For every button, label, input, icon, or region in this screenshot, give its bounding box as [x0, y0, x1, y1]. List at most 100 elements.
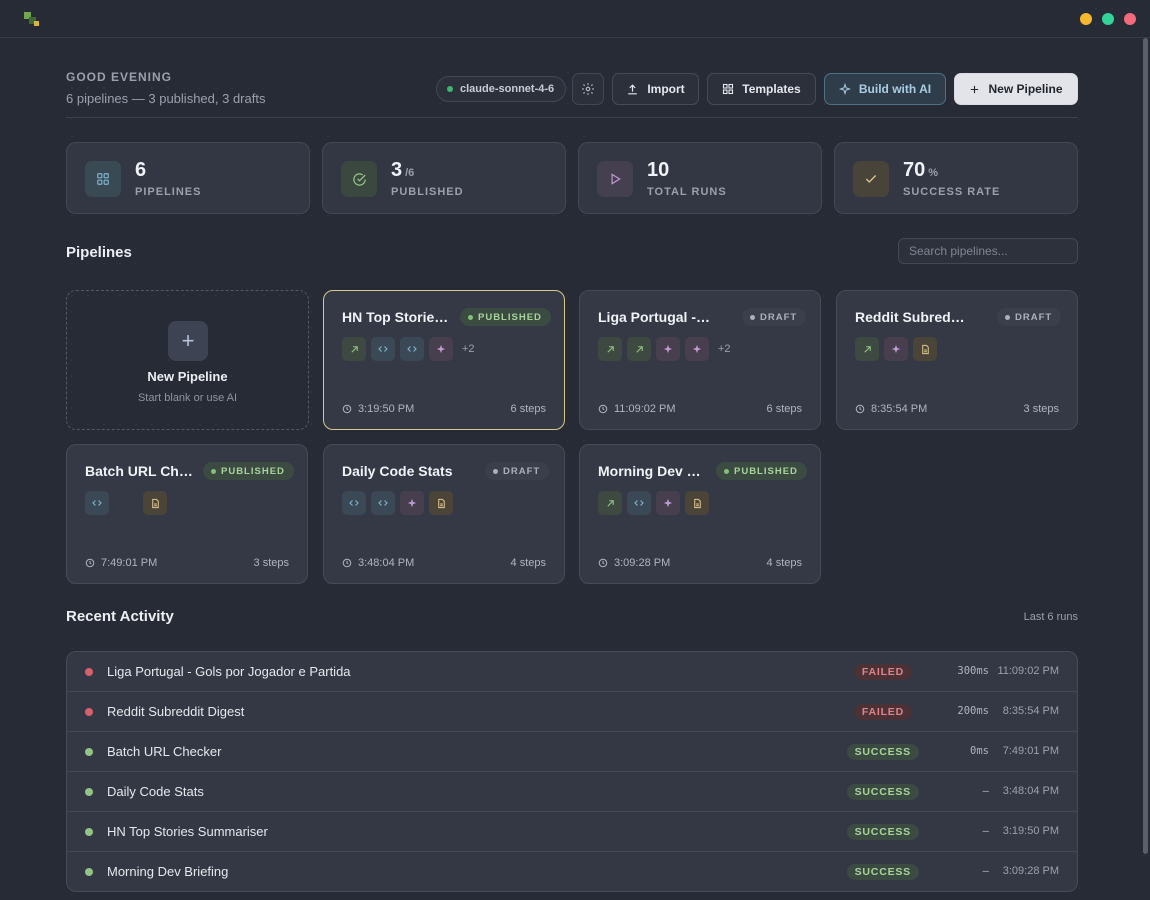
more-steps-count: +2 [462, 343, 475, 355]
run-status-badge: SUCCESS [846, 744, 919, 760]
run-status-dot [85, 748, 93, 756]
pipeline-card[interactable]: HN Top Stories Summariser PUBLISHED +2 3:19… [323, 290, 565, 430]
window-minimize-button[interactable] [1080, 13, 1092, 25]
pipeline-updated: 8:35:54 PM [855, 403, 927, 415]
templates-button[interactable]: Templates [707, 73, 816, 105]
step-icons [598, 491, 709, 515]
status-badge: PUBLISHED [460, 308, 551, 326]
activity-heading: Recent Activity [66, 608, 174, 625]
run-time: 3:19:50 PM [1002, 825, 1059, 837]
stat-card-published: 3/6 PUBLISHED [322, 142, 566, 214]
pipeline-name: Daily Code Stats [342, 463, 453, 479]
step-icons [85, 491, 167, 515]
pipeline-card[interactable]: Daily Code Stats DRAFT 3:48:04 PM 4 steps [323, 444, 565, 584]
run-duration: 200ms [957, 705, 989, 717]
arrow-step-icon [627, 337, 651, 361]
clock-icon [598, 558, 608, 568]
activity-row[interactable]: Batch URL Checker SUCCESS 0ms 7:49:01 PM [67, 732, 1077, 772]
status-badge-label: DRAFT [760, 311, 798, 323]
status-dot [724, 468, 729, 474]
run-duration: 300ms [957, 665, 989, 677]
run-pipeline-name: Reddit Subreddit Digest [107, 704, 245, 719]
new-pipeline-card[interactable]: + New Pipeline Start blank or use AI [66, 290, 309, 430]
scrollbar[interactable] [1143, 38, 1148, 854]
pipeline-card[interactable]: Morning Dev Briefing PUBLISHED 3:09:28 PM 4… [579, 444, 821, 584]
window-maximize-button[interactable] [1102, 13, 1114, 25]
activity-row[interactable]: HN Top Stories Summariser SUCCESS – 3:19:50… [67, 812, 1077, 852]
stat-label: SUCCESS RATE [903, 186, 1001, 198]
status-dot [493, 468, 498, 474]
greeting: GOOD EVENING [66, 70, 173, 84]
status-badge-label: PUBLISHED [478, 311, 542, 323]
ai-sparkle-step-icon [656, 337, 680, 361]
code-step-icon [371, 491, 395, 515]
status-badge-label: DRAFT [1015, 311, 1053, 323]
clock-icon [85, 558, 95, 568]
status-dot [750, 314, 755, 320]
pipeline-name: Reddit Subreddit Digest [855, 309, 967, 325]
ai-sparkle-step-icon [656, 491, 680, 515]
pipeline-card[interactable]: Reddit Subreddit Digest DRAFT 8:35:54 PM 3 … [836, 290, 1078, 430]
code-step-icon [627, 491, 651, 515]
status-badge: DRAFT [485, 462, 550, 480]
run-duration: – [982, 865, 989, 877]
clock-icon [342, 404, 352, 414]
run-time: 7:49:01 PM [1002, 745, 1059, 757]
run-status-badge: SUCCESS [846, 784, 919, 800]
code-step-icon [342, 491, 366, 515]
pipeline-updated: 3:09:28 PM [598, 557, 670, 569]
status-badge: PUBLISHED [716, 462, 807, 480]
run-duration: – [982, 785, 989, 797]
check-circle-icon [341, 161, 377, 197]
stat-value: 70% [903, 159, 939, 181]
activity-row[interactable]: Reddit Subreddit Digest FAILED 200ms 8:35:5… [67, 692, 1077, 732]
run-status-badge: FAILED [853, 704, 912, 720]
document-step-icon [429, 491, 453, 515]
pipeline-card[interactable]: Batch URL Checker PUBLISHED 7:49:01 PM 3 st… [66, 444, 308, 584]
run-status-dot [85, 668, 93, 676]
pipelines-summary: 6 pipelines — 3 published, 3 drafts [66, 91, 266, 106]
build-with-ai-button[interactable]: Build with AI [824, 73, 946, 105]
run-time: 11:09:02 PM [997, 665, 1059, 677]
settings-button[interactable] [572, 73, 604, 105]
status-badge: DRAFT [997, 308, 1062, 326]
app-logo-icon [24, 12, 39, 26]
status-badge-label: PUBLISHED [221, 465, 285, 477]
run-time: 3:48:04 PM [1002, 785, 1059, 797]
step-spacer [114, 491, 138, 515]
checkmark-icon [853, 161, 889, 197]
pipeline-time: 3:48:04 PM [358, 557, 415, 569]
arrow-step-icon [598, 337, 622, 361]
run-status-badge: FAILED [853, 664, 912, 680]
search-input[interactable] [898, 238, 1078, 264]
pipeline-time: 11:09:02 PM [614, 403, 676, 415]
gear-icon [582, 83, 594, 95]
model-selector[interactable]: claude-sonnet-4-6 [436, 76, 567, 102]
pipeline-updated: 3:19:50 PM [342, 403, 414, 415]
new-card-subtitle: Start blank or use AI [137, 392, 238, 404]
status-badge-label: DRAFT [503, 465, 541, 477]
status-dot [468, 314, 473, 320]
activity-row[interactable]: Morning Dev Briefing SUCCESS – 3:09:28 PM [67, 852, 1077, 891]
pipeline-name: Batch URL Checker [85, 463, 197, 479]
step-icons [342, 491, 453, 515]
activity-row[interactable]: Liga Portugal - Gols por Jogador e Parti… [67, 652, 1077, 692]
pipeline-step-count: 4 steps [766, 557, 802, 569]
window-close-button[interactable] [1124, 13, 1136, 25]
import-button[interactable]: Import [612, 73, 699, 105]
pipeline-card[interactable]: Liga Portugal - Gols por Jogador e Parti… [579, 290, 821, 430]
upload-icon [628, 83, 638, 94]
run-status-badge: SUCCESS [846, 864, 919, 880]
sparkle-icon [838, 83, 851, 95]
build-with-ai-label: Build with AI [858, 82, 932, 96]
run-duration: – [982, 825, 989, 837]
pipeline-name: Morning Dev Briefing [598, 463, 710, 479]
pipeline-time: 3:09:28 PM [614, 557, 671, 569]
status-badge-label: PUBLISHED [734, 465, 798, 477]
title-bar [0, 0, 1150, 38]
new-pipeline-button[interactable]: New Pipeline [954, 73, 1078, 105]
more-steps-count: +2 [718, 343, 731, 355]
run-pipeline-name: Morning Dev Briefing [107, 864, 229, 879]
activity-row[interactable]: Daily Code Stats SUCCESS – 3:48:04 PM [67, 772, 1077, 812]
clock-icon [855, 404, 865, 414]
